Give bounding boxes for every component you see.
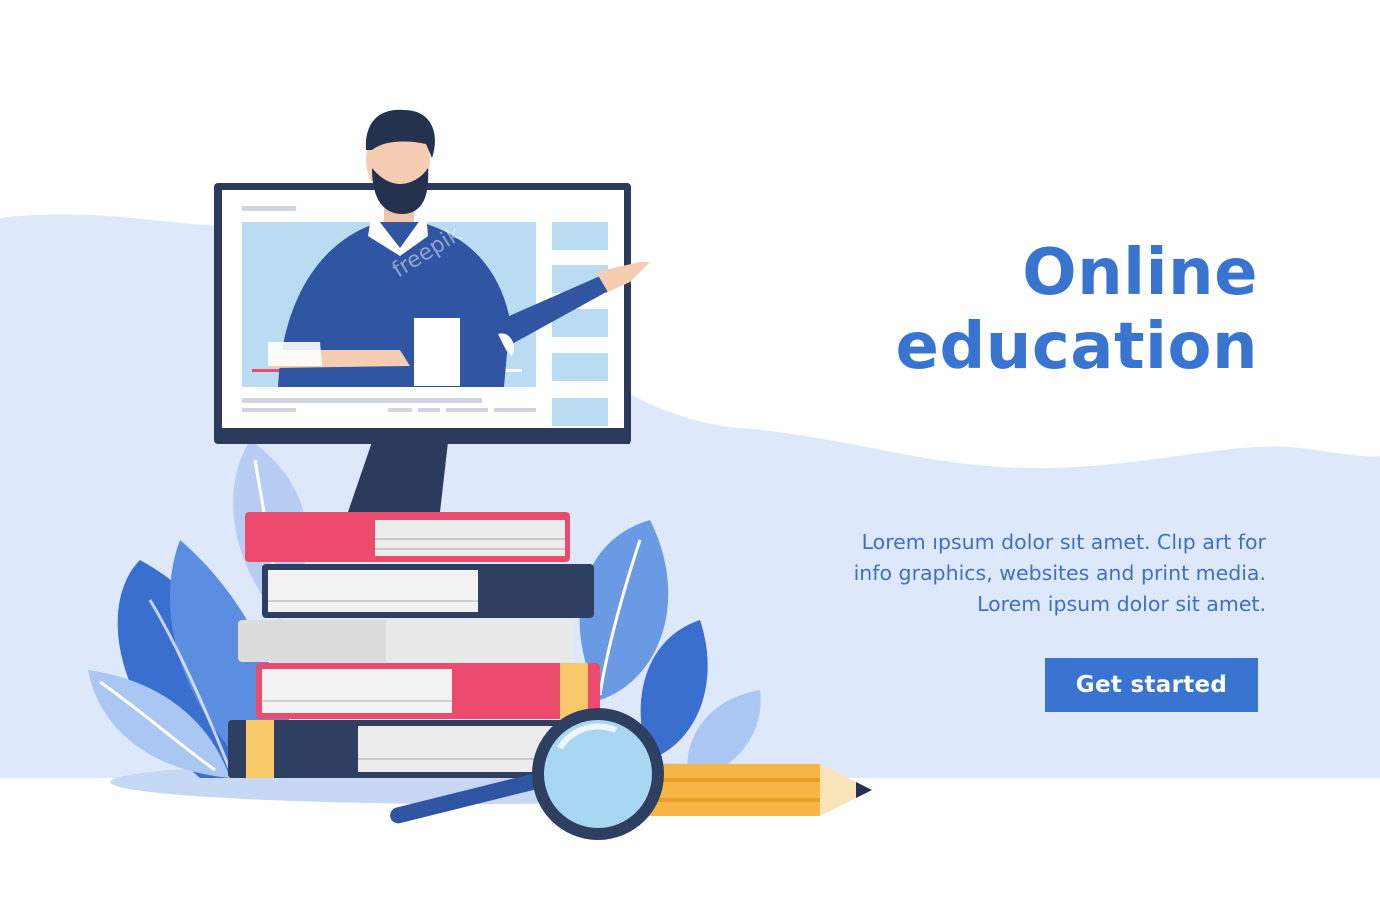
- hero-title-line2: education: [895, 310, 1258, 384]
- hero-title-line1: Online: [1022, 236, 1258, 310]
- online-education-illustration: [88, 109, 872, 840]
- hero-description-line2: info graphics, websites and print media.: [853, 561, 1266, 585]
- pencil-icon: [634, 764, 872, 816]
- monitor-stand: [348, 442, 448, 512]
- hero-description-line1: Lorem ıpsum dolor sıt amet. Clıp art for: [861, 530, 1266, 554]
- hero-title: Online education: [896, 236, 1258, 384]
- hero-banner: freepik Online education Lorem ıpsum dol…: [0, 0, 1380, 920]
- hero-description-line3: Lorem ipsum dolor sit amet.: [977, 592, 1266, 616]
- get-started-button[interactable]: Get started: [1045, 658, 1258, 712]
- hero-description: Lorem ıpsum dolor sıt amet. Clıp art for…: [706, 527, 1266, 620]
